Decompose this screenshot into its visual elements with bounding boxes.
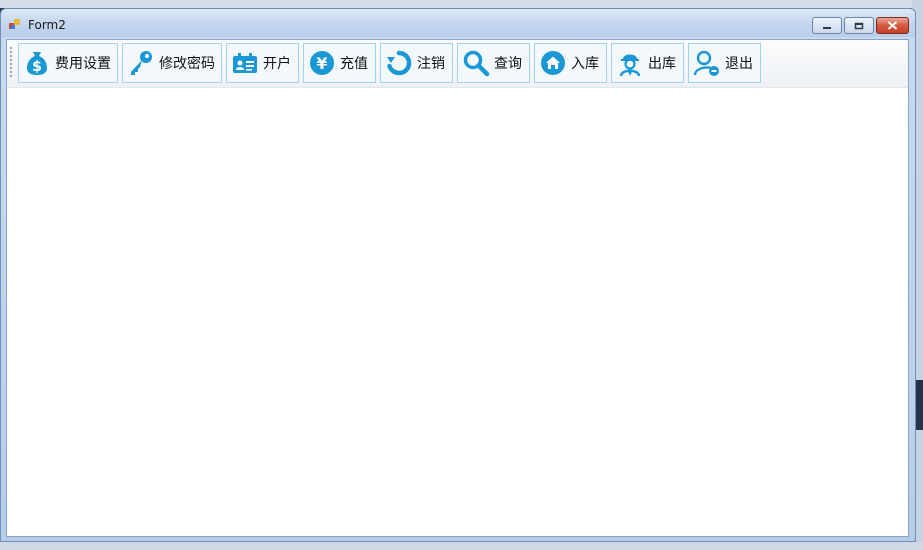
form-window: Form2 $ 费用设置 修改密码 开户 ¥ 充值 注销 查询 入库 出库 退出 [0, 8, 916, 542]
yen-icon: ¥ [310, 51, 334, 75]
recharge-label: 充值 [340, 56, 368, 72]
money-bag-icon: $ [27, 52, 47, 75]
ide-background-bottom [0, 542, 923, 550]
home-icon [541, 51, 565, 75]
query-label: 查询 [494, 56, 522, 72]
form-client-area: $ 费用设置 修改密码 开户 ¥ 充值 注销 查询 入库 出库 退出 [6, 39, 909, 537]
open-account-label: 开户 [263, 56, 291, 72]
change-password-label: 修改密码 [159, 56, 215, 72]
window-title: Form2 [28, 18, 66, 32]
id-card-icon [233, 53, 257, 73]
exit-button[interactable]: 退出 [688, 43, 761, 83]
recharge-button[interactable]: ¥ 充值 [303, 43, 376, 83]
check-out-button[interactable]: 出库 [611, 43, 684, 83]
close-icon [887, 21, 898, 30]
minimize-icon [823, 26, 831, 29]
query-button[interactable]: 查询 [457, 43, 530, 83]
worker-icon [619, 54, 641, 77]
open-account-button[interactable]: 开户 [226, 43, 299, 83]
app-icon [9, 19, 20, 29]
check-out-label: 出库 [648, 56, 676, 72]
fee-settings-label: 费用设置 [55, 56, 111, 72]
search-icon [463, 50, 490, 77]
close-button[interactable] [876, 17, 909, 34]
key-icon [131, 51, 152, 75]
svg-text:$: $ [32, 59, 42, 75]
restore-button[interactable] [844, 17, 874, 34]
refresh-icon [387, 50, 412, 76]
toolstrip: $ 费用设置 修改密码 开户 ¥ 充值 注销 查询 入库 出库 退出 [7, 40, 908, 88]
cancel-account-label: 注销 [417, 56, 445, 72]
svg-text:¥: ¥ [316, 54, 327, 73]
check-in-label: 入库 [571, 56, 599, 72]
title-bar[interactable]: Form2 [1, 9, 915, 37]
restore-icon [854, 22, 864, 29]
minimize-button[interactable] [812, 17, 842, 34]
exit-label: 退出 [725, 56, 753, 72]
check-in-button[interactable]: 入库 [534, 43, 607, 83]
toolstrip-grip[interactable] [10, 47, 13, 81]
cancel-account-button[interactable]: 注销 [380, 43, 453, 83]
user-logout-icon [693, 50, 719, 76]
ide-toolbar-strip [0, 0, 923, 8]
fee-settings-button[interactable]: $ 费用设置 [18, 43, 118, 83]
change-password-button[interactable]: 修改密码 [122, 43, 222, 83]
